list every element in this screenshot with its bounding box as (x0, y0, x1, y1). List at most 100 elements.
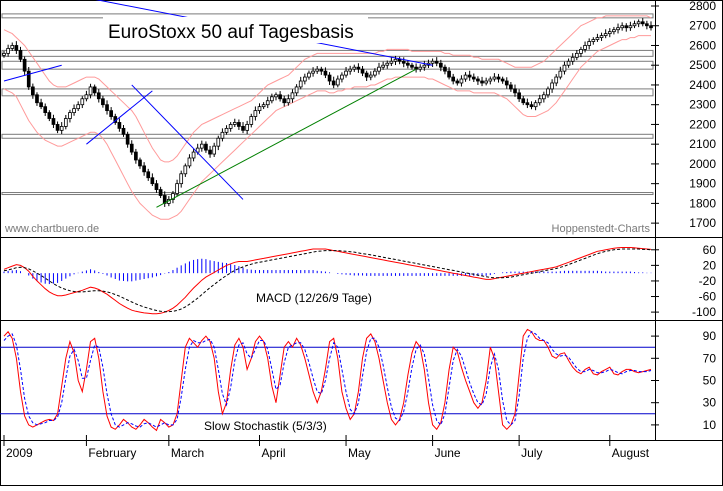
main-ytick-label: 1900 (689, 177, 716, 191)
candle-down (282, 98, 287, 104)
candle-down (18, 50, 23, 60)
candle-up (2, 52, 6, 56)
candle-down (480, 80, 484, 84)
candle-down (517, 92, 521, 100)
candle-up (228, 124, 233, 129)
candle-down (509, 84, 513, 90)
candle-up (607, 31, 612, 35)
month-label: April (262, 446, 286, 460)
main-ytick-label: 2300 (689, 98, 716, 112)
candle-up (294, 86, 299, 94)
candle-up (253, 110, 258, 117)
candle-down (356, 66, 361, 70)
candle-up (463, 74, 468, 80)
candle-up (579, 49, 583, 54)
candle-up (84, 94, 89, 100)
candle-up (307, 72, 311, 78)
candle-up (562, 64, 567, 72)
main-ytick-label: 2700 (689, 19, 716, 33)
main-ytick-label: 2200 (689, 117, 716, 131)
candle-down (529, 104, 534, 108)
month-label: March (171, 446, 204, 460)
candle-down (640, 21, 645, 25)
candle-down (121, 127, 126, 135)
candle-down (117, 122, 122, 129)
chart-title: EuroStoxx 50 auf Tagesbasis (108, 22, 354, 43)
candle-up (6, 48, 10, 54)
candle-down (455, 80, 460, 84)
candle-down (645, 23, 649, 27)
candle-down (125, 133, 130, 145)
candle-down (401, 60, 406, 64)
macd-ytick-label: -60 (699, 290, 717, 304)
stoch-ytick-label: 90 (703, 329, 717, 343)
macd-label: MACD (12/26/9 Tage) (256, 291, 372, 305)
macd-ytick-label: 20 (703, 258, 717, 272)
candle-down (410, 64, 414, 68)
main-ytick-label: 2000 (689, 157, 716, 171)
main-ytick-label: 2100 (689, 137, 716, 151)
stoch-ytick-label: 30 (703, 396, 717, 410)
month-label: May (348, 446, 371, 460)
candle-down (406, 62, 410, 66)
candle-down (414, 66, 418, 70)
candle-down (150, 177, 155, 185)
candle-up (393, 58, 398, 62)
candle-up (587, 41, 592, 46)
candle-down (476, 78, 480, 82)
month-label: February (88, 446, 136, 460)
candle-up (257, 106, 262, 112)
candle-down (447, 70, 451, 78)
candle-up (389, 60, 394, 64)
candle-down (471, 76, 476, 80)
candle-down (51, 118, 56, 125)
candle-up (298, 80, 303, 88)
candle-up (595, 37, 600, 40)
candle-up (335, 78, 340, 86)
candle-up (212, 145, 217, 155)
candle-down (521, 98, 526, 104)
candle-up (68, 112, 72, 119)
candle-up (591, 39, 596, 42)
candle-up (430, 60, 435, 64)
candle-up (80, 98, 85, 106)
candle-down (323, 70, 328, 76)
candle-down (327, 74, 332, 82)
candle-up (76, 104, 81, 110)
candle-up (636, 21, 641, 25)
candle-up (550, 82, 554, 90)
candle-down (624, 25, 629, 29)
candle-down (443, 66, 447, 72)
candle-up (373, 70, 377, 76)
candle-up (484, 80, 488, 84)
candle-up (537, 98, 542, 104)
candle-down (331, 80, 336, 86)
candle-up (459, 78, 464, 84)
candle-up (385, 62, 390, 66)
candle-down (434, 60, 439, 64)
candle-down (138, 159, 142, 167)
candle-up (612, 29, 616, 33)
candle-down (496, 76, 501, 80)
candle-up (290, 92, 295, 100)
candle-down (101, 98, 105, 106)
candle-up (245, 124, 249, 131)
month-label: June (435, 446, 461, 460)
candle-up (344, 70, 348, 76)
candle-up (179, 173, 184, 185)
candle-up (352, 66, 357, 70)
candle-up (377, 66, 381, 72)
candle-up (566, 60, 571, 66)
candle-down (438, 62, 443, 68)
candle-up (224, 127, 229, 133)
candle-up (348, 68, 352, 72)
candle-down (35, 94, 39, 104)
candle-up (381, 64, 385, 68)
candle-up (265, 100, 270, 106)
main-ytick-label: 2600 (689, 38, 716, 52)
candle-down (47, 112, 52, 119)
candle-up (10, 45, 15, 49)
watermark-right: Hoppenstedt-Charts (552, 223, 651, 235)
candle-down (467, 74, 472, 78)
candle-down (96, 92, 101, 100)
